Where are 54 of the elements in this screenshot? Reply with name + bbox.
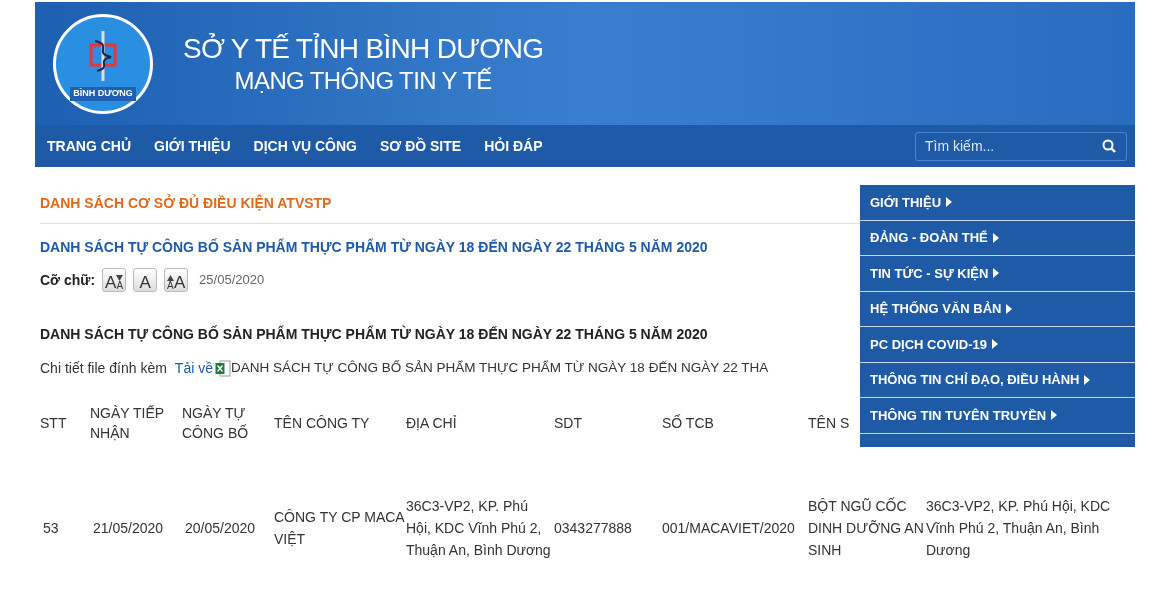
caret-right-icon — [1084, 374, 1091, 385]
side-menu-item[interactable]: PC DỊCH COVID-19 — [860, 327, 1135, 363]
column-header: TÊN CÔNG TY — [274, 414, 371, 433]
column-header: SỐ TCB — [662, 413, 715, 433]
triangle-down-icon — [116, 275, 124, 281]
spreadsheet-icon — [214, 360, 231, 377]
logo-text: BÌNH DƯƠNG — [70, 87, 136, 101]
table-cell-text: BỘT NGŨ CỐC DINH DƯỠNG AN SINH — [808, 496, 925, 560]
caret-right-icon — [992, 232, 999, 243]
site-title: SỞ Y TẾ TỈNH BÌNH DƯƠNG — [183, 34, 544, 63]
caret-right-icon — [1051, 410, 1058, 421]
article-title: DANH SÁCH TỰ CÔNG BỐ SẢN PHẨM THỰC PHẨM TỪ NGÀY 18 ĐẾN NGÀY 22 THÁNG 5 NĂM 2020 — [40, 237, 708, 257]
column-header: NGÀY TỰ CÔNG BỐ — [182, 404, 250, 443]
nav-link[interactable]: TRANG CHỦ — [47, 135, 131, 157]
nav-link[interactable]: HỎI ĐÁP — [484, 135, 543, 157]
font-size-button[interactable]: AA — [164, 268, 189, 292]
caret-right-icon — [993, 268, 1000, 279]
column-header: TÊN S — [808, 414, 851, 433]
caret-right-icon — [1006, 303, 1013, 314]
table-cell-text: 36C3-VP2, KP. Phú Hội, KDC Vĩnh Phú 2, Thuận An, Bình Dương — [926, 497, 1112, 560]
table-cell-text: 53 — [42, 519, 60, 538]
font-size-label: Cỡ chữ: — [40, 270, 96, 290]
search-icon[interactable] — [1102, 138, 1116, 153]
site-subtitle: MẠNG THÔNG TIN Y TẾ — [234, 68, 492, 93]
side-menu-item[interactable]: THÔNG TIN TUYÊN TRUYỀN — [860, 398, 1135, 434]
caret-right-icon — [946, 197, 953, 208]
table-cell-text: 001/MACAVIET/2020 — [662, 519, 796, 538]
side-menu-item[interactable]: THÔNG TIN CHỈ ĐẠO, ĐIỀU HÀNH — [860, 362, 1135, 398]
article-heading: DANH SÁCH TỰ CÔNG BỐ SẢN PHẨM THỰC PHẨM TỪ NGÀY 18 ĐẾN NGÀY 22 THÁNG 5 NĂM 2020 — [40, 324, 708, 344]
attachment-file-name: DANH SÁCH TỰ CÔNG BỐ SẢN PHẨM THỰC PHẨM TỪ NGÀY 18 ĐẾN NGÀY 22 THA — [230, 359, 769, 378]
side-menu-item[interactable]: HỆ THỐNG VĂN BẢN — [860, 291, 1135, 327]
side-menu-item[interactable]: GIỚI THIỆU — [860, 185, 1135, 221]
font-size-button[interactable]: AA — [102, 268, 127, 292]
column-header: STT — [40, 414, 68, 433]
publish-date: 25/05/2020 — [199, 271, 265, 290]
table-cell-text: 36C3-VP2, KP. Phú Hội, KDC Vĩnh Phú 2, Thuận An, Bình Dương — [406, 497, 552, 560]
column-header: ĐỊA CHỈ — [406, 414, 458, 433]
download-link[interactable]: Tải về — [174, 358, 213, 379]
nav-link[interactable]: GIỚI THIỆU — [154, 135, 231, 157]
column-header: NGÀY TIẾP NHẬN — [90, 404, 165, 443]
nav-link[interactable]: SƠ ĐỒ SITE — [379, 135, 462, 157]
table-cell-text: 21/05/2020 — [92, 519, 165, 538]
side-menu-item[interactable]: ĐẢNG - ĐOÀN THỂ — [860, 220, 1135, 256]
nav-link[interactable]: DỊCH VỤ CÔNG — [253, 135, 357, 157]
triangle-up-icon — [166, 275, 174, 281]
table-cell-text: 0343277888 — [554, 519, 633, 538]
attachment-label: Chi tiết file đính kèm — [40, 359, 167, 378]
table-cell-text: 20/05/2020 — [184, 519, 257, 538]
search-field[interactable]: Tìm kiếm... — [915, 131, 1127, 161]
table-cell-text: CÔNG TY CP MACA VIỆT — [274, 508, 406, 549]
font-size-button[interactable]: A — [133, 268, 158, 292]
side-menu-item[interactable]: TIN TỨC - SỰ KIỆN — [860, 256, 1135, 292]
column-header: SDT — [554, 414, 583, 433]
caret-right-icon — [992, 339, 999, 350]
